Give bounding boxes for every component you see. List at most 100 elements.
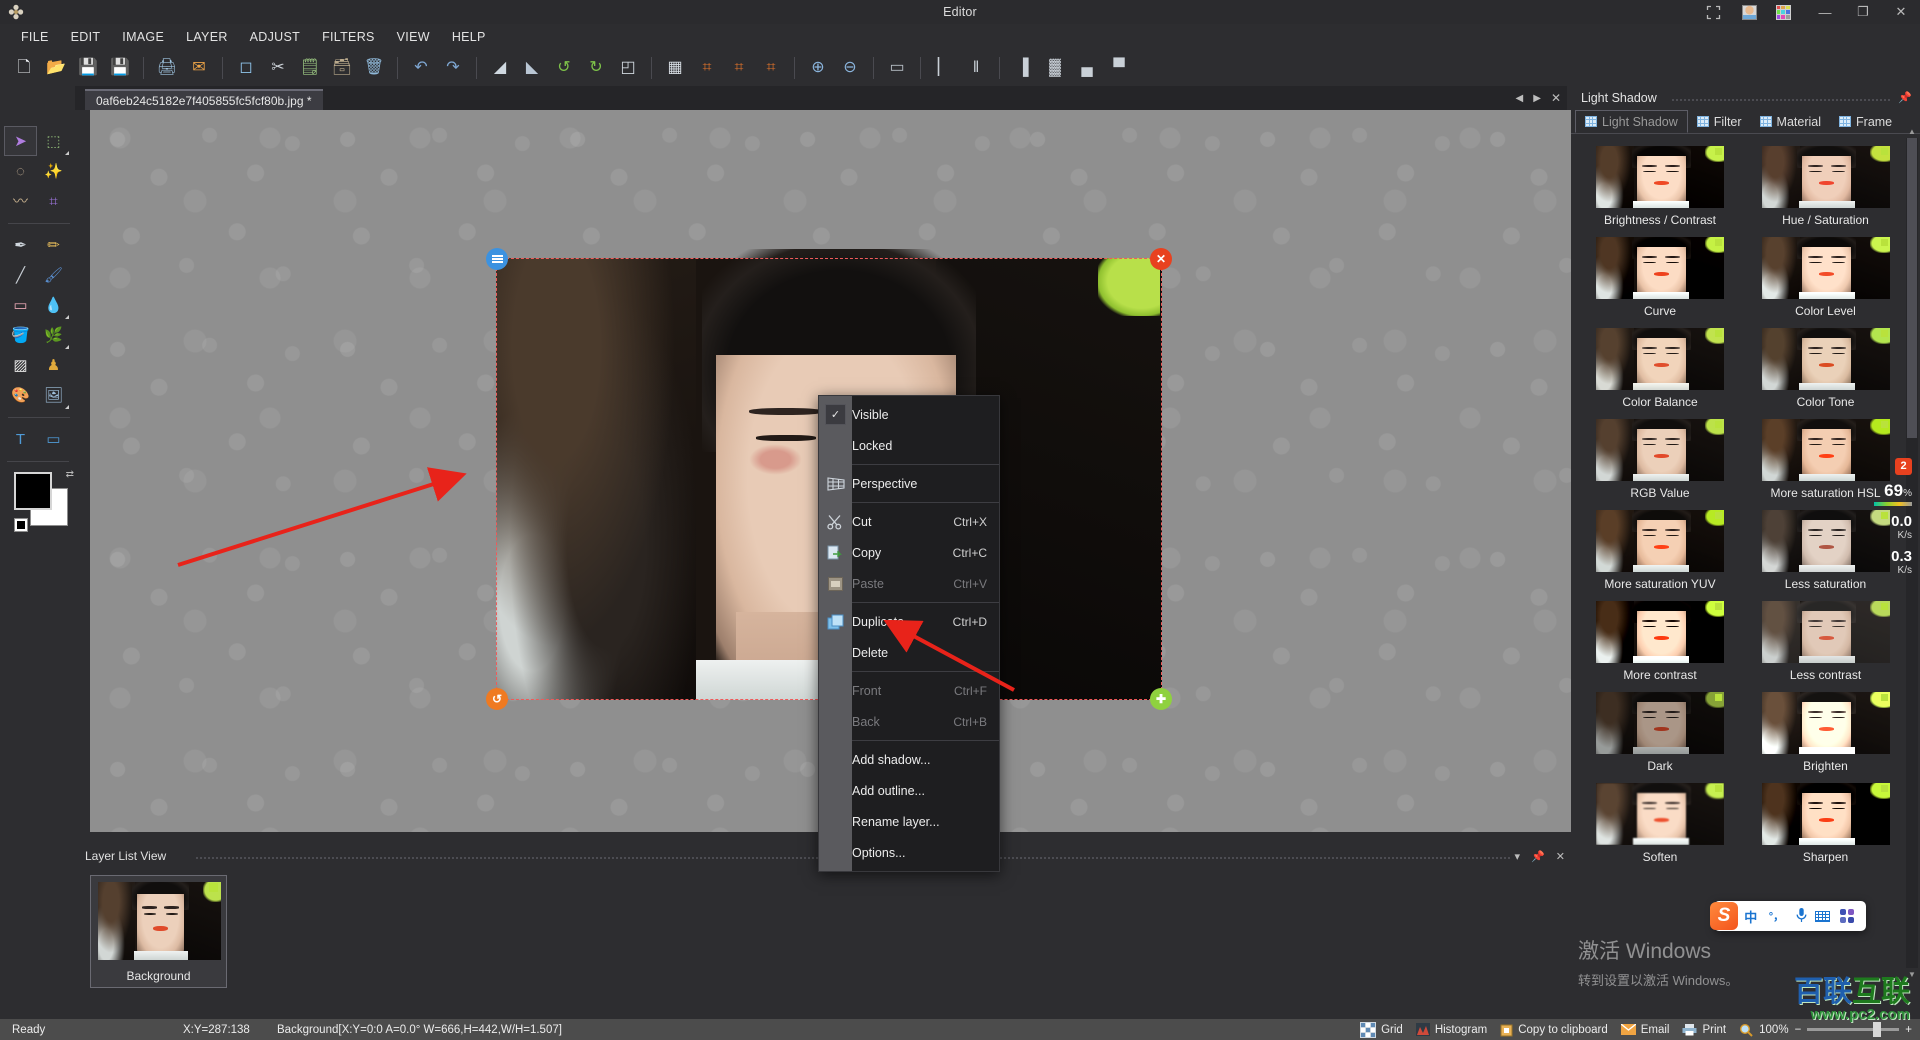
eyedropper-tool[interactable]: ✒ bbox=[4, 230, 37, 260]
lasso-select-tool[interactable]: ◌ bbox=[4, 156, 37, 186]
layer-menu-handle[interactable] bbox=[486, 248, 508, 270]
microphone-icon[interactable] bbox=[1789, 907, 1815, 926]
flip-horizontal-icon[interactable]: ◢ bbox=[485, 53, 515, 83]
user-avatar-icon[interactable] bbox=[1732, 0, 1766, 24]
checkmark-icon[interactable]: ✓ bbox=[825, 404, 846, 425]
notification-badge[interactable]: 2 bbox=[1895, 458, 1912, 475]
brush-tool[interactable]: 🖌 bbox=[37, 260, 70, 290]
effect-hue-saturation[interactable]: Hue / Saturation bbox=[1753, 146, 1899, 227]
align-grid-1-icon[interactable]: ⌗ bbox=[692, 53, 722, 83]
new-document-icon[interactable]: 🗋 bbox=[9, 53, 39, 83]
status-histogram-button[interactable]: Histogram bbox=[1415, 1023, 1487, 1036]
status-copy-to-clipboard-button[interactable]: Copy to clipboard bbox=[1500, 1023, 1608, 1037]
tool-submenu-arrow[interactable] bbox=[65, 315, 69, 319]
color-palette-icon[interactable] bbox=[1766, 0, 1800, 24]
scroll-up-icon[interactable]: ▲ bbox=[1906, 125, 1918, 138]
zoom-slider-knob[interactable] bbox=[1873, 1022, 1882, 1037]
swap-colors-icon[interactable]: ⇄ bbox=[66, 469, 74, 480]
effects-tool[interactable]: 🖼 bbox=[37, 380, 70, 410]
eraser-tool[interactable]: ▭ bbox=[4, 290, 37, 320]
status-grid-button[interactable]: Grid bbox=[1360, 1021, 1403, 1038]
new-layer-icon[interactable]: ◻ bbox=[231, 53, 261, 83]
effect-dark[interactable]: Dark bbox=[1587, 692, 1733, 773]
effect-more-contrast[interactable]: More contrast bbox=[1587, 601, 1733, 682]
network-monitor-widget[interactable]: 2 69% 0.0 K/s 0.3 K/s bbox=[1870, 456, 1912, 576]
select-all-icon[interactable]: ▭ bbox=[882, 53, 912, 83]
tool-submenu-arrow[interactable] bbox=[65, 151, 69, 155]
move-tool[interactable]: ➤ bbox=[4, 126, 37, 156]
menu-layer[interactable]: LAYER bbox=[175, 26, 239, 48]
effect-rgb-value[interactable]: RGB Value bbox=[1587, 419, 1733, 500]
scroll-down-icon[interactable]: ▼ bbox=[1906, 968, 1918, 981]
align-left-icon[interactable]: ▏ bbox=[929, 53, 959, 83]
color-adjust-tool[interactable]: 🎨 bbox=[4, 380, 37, 410]
layer-panel-close-icon[interactable]: ✕ bbox=[1556, 850, 1565, 863]
menu-adjust[interactable]: ADJUST bbox=[239, 26, 311, 48]
paint-bucket-tool[interactable]: 🪣 bbox=[4, 320, 37, 350]
document-tab[interactable]: 0af6eb24c5182e7f405855fc5fcf80b.jpg * bbox=[85, 89, 323, 110]
align-grid-2-icon[interactable]: ⌗ bbox=[724, 53, 754, 83]
minimize-button[interactable]: — bbox=[1806, 0, 1844, 24]
menu-file[interactable]: FILE bbox=[10, 26, 60, 48]
context-menu-item-perspective[interactable]: Perspective bbox=[819, 468, 999, 499]
blur-water-drop-tool[interactable]: 💧 bbox=[37, 290, 70, 320]
context-menu-item-locked[interactable]: Locked bbox=[819, 430, 999, 461]
scale-layer-handle[interactable]: ✚ bbox=[1150, 688, 1172, 710]
zoom-in-button[interactable]: + bbox=[1905, 1024, 1912, 1036]
copy-icon[interactable]: 🗒 bbox=[295, 53, 325, 83]
cut-scissors-icon[interactable]: ✂ bbox=[263, 53, 293, 83]
layer-visible-badge[interactable] bbox=[209, 883, 218, 892]
effect-color-level[interactable]: Color Level bbox=[1753, 237, 1899, 318]
keyboard-icon[interactable] bbox=[1814, 910, 1841, 922]
tool-submenu-arrow[interactable] bbox=[65, 405, 69, 409]
layer-context-menu[interactable]: ✓ Visible Locked Perspective Cut Ctrl+X Copy Ct… bbox=[818, 395, 1000, 872]
context-menu-item-copy[interactable]: Copy Ctrl+C bbox=[819, 537, 999, 568]
open-folder-icon[interactable]: 📂 bbox=[41, 53, 71, 83]
tab-material[interactable]: Material bbox=[1751, 110, 1830, 133]
apps-grid-icon[interactable] bbox=[1840, 909, 1866, 923]
free-select-tool[interactable]: 〰 bbox=[4, 186, 37, 216]
redo-icon[interactable]: ↷ bbox=[438, 53, 468, 83]
ime-toolbar[interactable]: S 中 °， bbox=[1710, 901, 1866, 931]
maximize-button[interactable]: ❐ bbox=[1844, 0, 1882, 24]
tab-next-icon[interactable]: ▶ bbox=[1533, 93, 1541, 104]
zoom-slider[interactable] bbox=[1807, 1022, 1900, 1037]
foreground-color-swatch[interactable] bbox=[14, 472, 52, 510]
close-button[interactable]: ✕ bbox=[1882, 0, 1920, 24]
tab-frame[interactable]: Frame bbox=[1830, 110, 1901, 133]
context-menu-item-add-outline[interactable]: Add outline... bbox=[819, 775, 999, 806]
rotate-layer-handle[interactable]: ↺ bbox=[486, 688, 508, 710]
layer-panel-collapse-icon[interactable]: ▾ bbox=[1515, 850, 1521, 863]
menu-edit[interactable]: EDIT bbox=[60, 26, 112, 48]
align-center-icon[interactable]: ‖ bbox=[961, 53, 991, 83]
align-top-icon[interactable]: ▀ bbox=[1104, 53, 1134, 83]
tab-light-shadow[interactable]: Light Shadow bbox=[1575, 110, 1688, 133]
zoom-out-button[interactable]: − bbox=[1795, 1024, 1802, 1036]
crop-tool[interactable]: ⌗ bbox=[37, 186, 70, 216]
layer-list-item[interactable]: Background bbox=[90, 875, 227, 988]
menu-help[interactable]: HELP bbox=[441, 26, 497, 48]
paste-icon[interactable]: 🗃 bbox=[327, 53, 357, 83]
effects-panel-pin-icon[interactable]: 📌 bbox=[1898, 91, 1912, 104]
tool-submenu-arrow[interactable] bbox=[65, 345, 69, 349]
distribute-v-icon[interactable]: ▓ bbox=[1040, 53, 1070, 83]
sogou-logo-icon[interactable]: S bbox=[1710, 902, 1738, 930]
save-icon[interactable]: 💾 bbox=[73, 53, 103, 83]
flip-vertical-icon[interactable]: ◣ bbox=[517, 53, 547, 83]
tab-close-icon[interactable]: ✕ bbox=[1551, 91, 1561, 105]
context-menu-item-visible[interactable]: ✓ Visible bbox=[819, 399, 999, 430]
context-menu-item-options[interactable]: Options... bbox=[819, 837, 999, 868]
ime-punctuation-mode[interactable]: °， bbox=[1764, 908, 1790, 924]
ime-language-mode[interactable]: 中 bbox=[1738, 907, 1764, 926]
tab-prev-icon[interactable]: ◀ bbox=[1516, 93, 1524, 104]
zoom-in-icon[interactable]: ⊕ bbox=[803, 53, 833, 83]
skew-icon[interactable]: ◰ bbox=[613, 53, 643, 83]
menu-view[interactable]: VIEW bbox=[386, 26, 441, 48]
stamp-tool[interactable]: ♟ bbox=[37, 350, 70, 380]
zoom-control[interactable]: 100% − + bbox=[1739, 1022, 1912, 1037]
menu-filters[interactable]: FILTERS bbox=[311, 26, 386, 48]
save-as-icon[interactable]: 💾 bbox=[105, 53, 135, 83]
context-menu-item-rename-layer[interactable]: Rename layer... bbox=[819, 806, 999, 837]
effect-curve[interactable]: Curve bbox=[1587, 237, 1733, 318]
rectangular-select-tool[interactable]: ⬚ bbox=[37, 126, 70, 156]
